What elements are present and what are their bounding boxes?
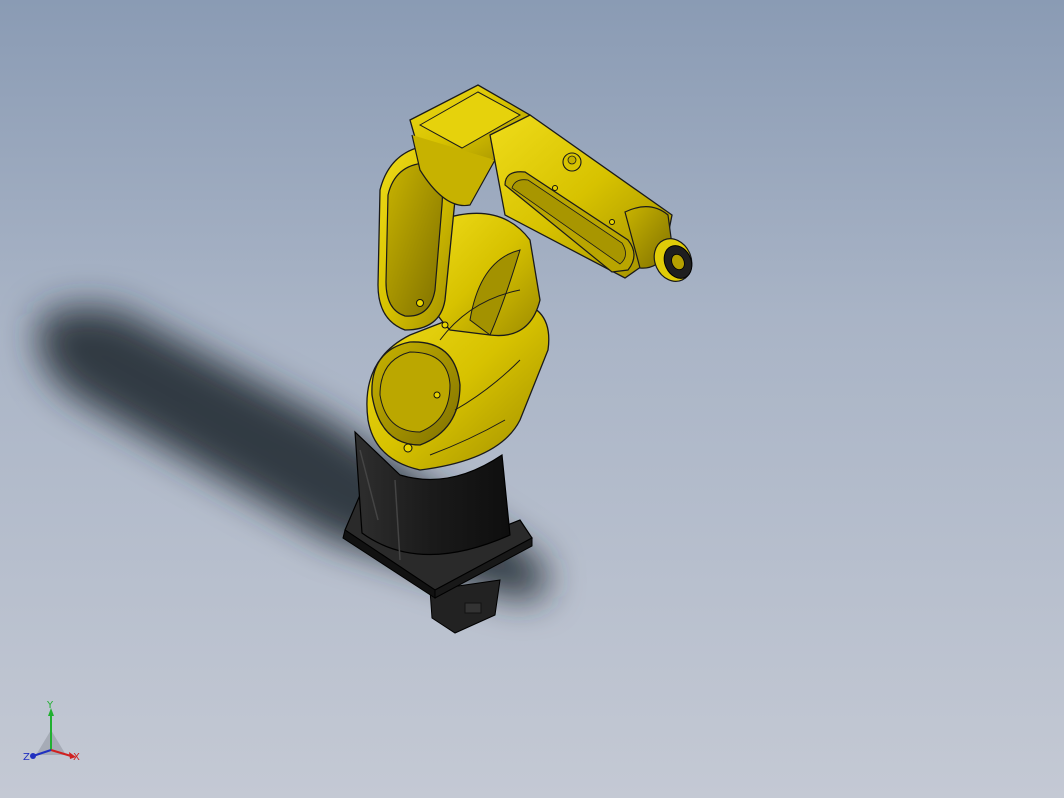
robot-wrist[interactable] [624,206,699,288]
robot-arm-model[interactable] [0,0,1064,798]
triad-y-label: Y [46,700,54,711]
triad-x-label: X [73,752,80,763]
orientation-triad: Y X Z [23,700,80,763]
triad-z-label: Z [23,752,30,763]
graphics-viewport[interactable]: Y X Z [0,0,1064,798]
